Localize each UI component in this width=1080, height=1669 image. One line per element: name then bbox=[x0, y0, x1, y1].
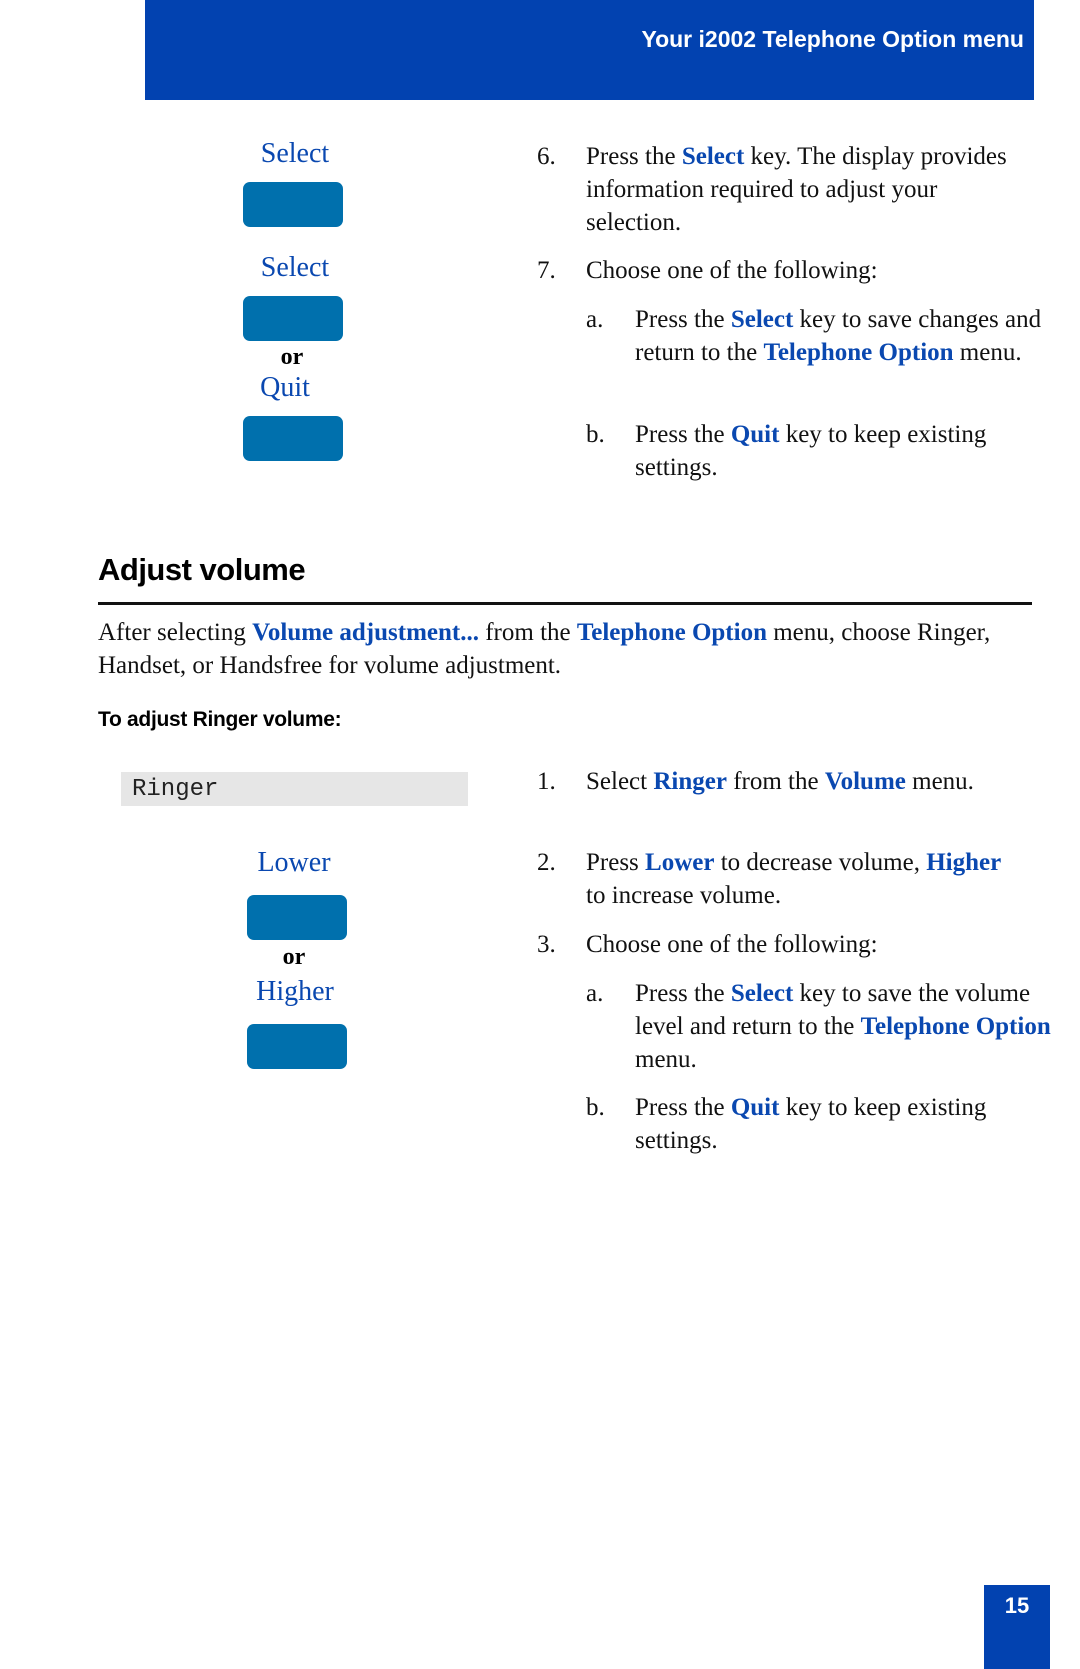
quit-soft-key[interactable] bbox=[243, 416, 343, 461]
select-soft-key-2[interactable] bbox=[243, 296, 343, 341]
step-text: Press Lower to decrease volume, Higher t… bbox=[586, 849, 1002, 909]
higher-key-label: Higher bbox=[256, 976, 334, 1007]
section-divider bbox=[98, 602, 1032, 605]
or-label: or bbox=[282, 944, 306, 970]
step-text: Select Ringer from the Volume menu. bbox=[586, 768, 974, 795]
select-key-label: Select bbox=[260, 138, 330, 169]
display-text: Ringer bbox=[132, 776, 219, 803]
step-text: Press the Select key. The display provid… bbox=[586, 143, 1007, 236]
lower-soft-key[interactable] bbox=[247, 895, 347, 940]
substep-letter: b. bbox=[586, 1094, 605, 1121]
step-number: 6. bbox=[537, 143, 556, 170]
select-key-label-2: Select bbox=[260, 252, 330, 283]
substep-text: Press the Quit key to keep existing sett… bbox=[635, 421, 987, 481]
header-band: Your i2002 Telephone Option menu bbox=[145, 0, 1034, 100]
substep-text: Press the Select key to save changes and… bbox=[635, 306, 1042, 366]
step-text: Choose one of the following: bbox=[586, 931, 878, 958]
step-number: 7. bbox=[537, 257, 556, 284]
section-intro: After selecting Volume adjustment... fro… bbox=[98, 619, 991, 679]
phone-display: Ringer bbox=[121, 772, 468, 806]
select-soft-key[interactable] bbox=[243, 182, 343, 227]
or-label: or bbox=[280, 344, 304, 370]
select-key-ref: Select bbox=[681, 143, 745, 170]
lower-key-label: Lower bbox=[257, 847, 331, 878]
substep-text: Press the Quit key to keep existing sett… bbox=[635, 1094, 987, 1154]
higher-soft-key[interactable] bbox=[247, 1024, 347, 1069]
step-number: 1. bbox=[537, 768, 556, 795]
substep-letter: a. bbox=[586, 306, 604, 333]
substep-letter: a. bbox=[586, 980, 604, 1007]
step-number: 3. bbox=[537, 931, 556, 958]
quit-key-label: Quit bbox=[260, 372, 310, 403]
page-number: 15 bbox=[1004, 1593, 1030, 1618]
substep-letter: b. bbox=[586, 421, 605, 448]
page-number-tab: 15 bbox=[984, 1585, 1050, 1669]
section-title: Adjust volume bbox=[98, 552, 306, 587]
subheading: To adjust Ringer volume: bbox=[98, 708, 342, 731]
step-text: Choose one of the following: bbox=[586, 257, 878, 284]
substep-text: Press the Select key to save the volume … bbox=[635, 980, 1051, 1073]
header-title: Your i2002 Telephone Option menu bbox=[641, 26, 1024, 52]
step-number: 2. bbox=[537, 849, 556, 876]
